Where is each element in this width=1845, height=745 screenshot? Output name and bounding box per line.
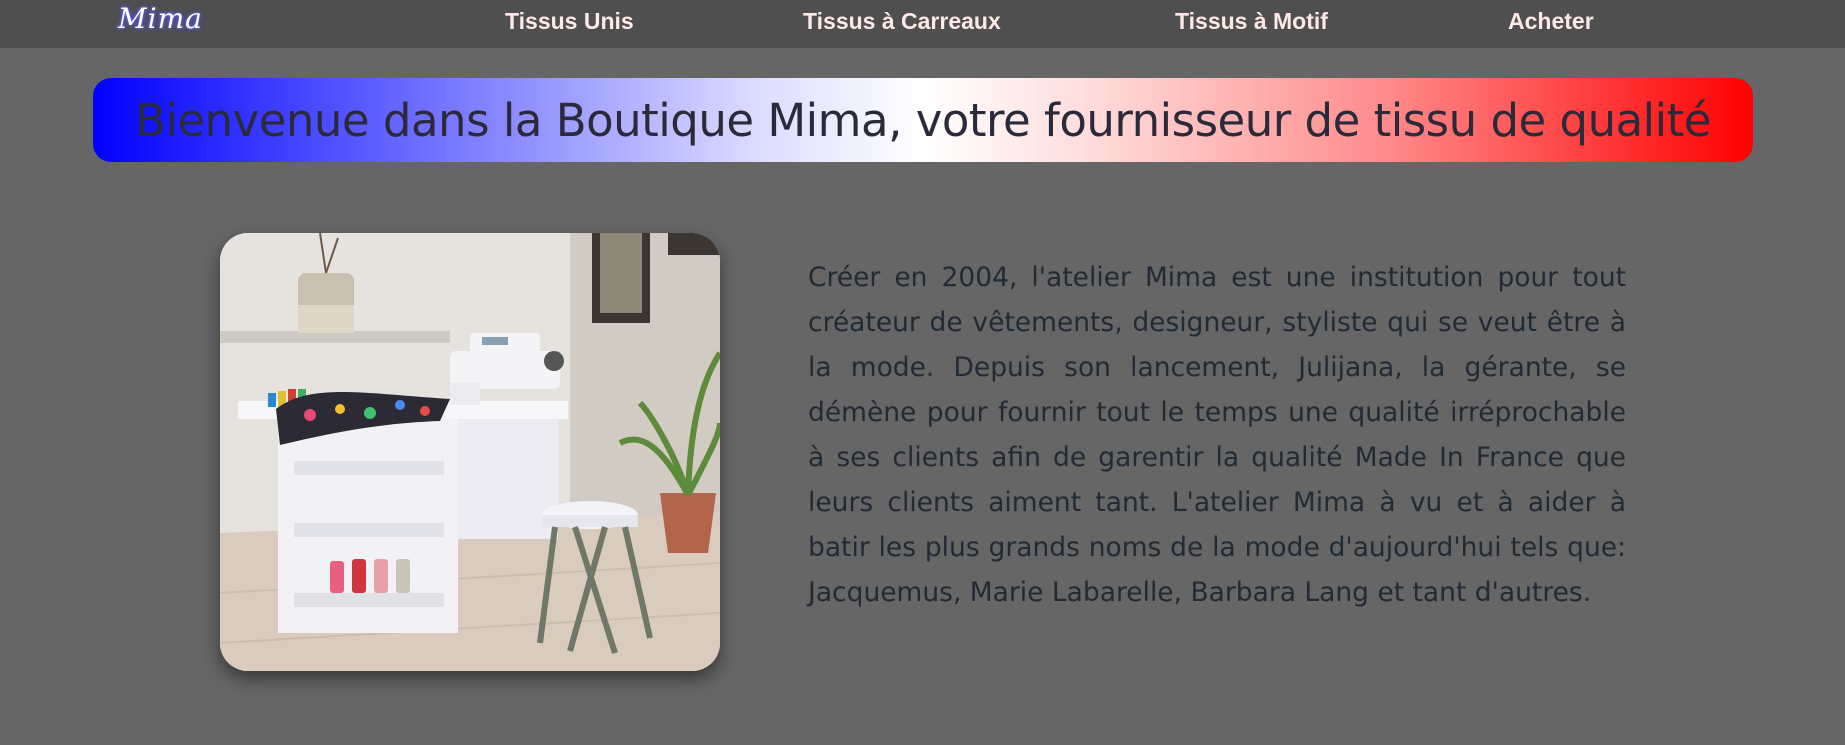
- site-logo[interactable]: Mima: [118, 2, 203, 35]
- banner-title: Bienvenue dans la Boutique Mima, votre f…: [134, 93, 1712, 147]
- sewing-room-illustration: [220, 233, 720, 671]
- nav-link-acheter[interactable]: Acheter: [1508, 8, 1594, 35]
- about-description: Créer en 2004, l'atelier Mima est une in…: [808, 262, 1626, 608]
- nav-link-tissus-motif[interactable]: Tissus à Motif: [1175, 8, 1328, 35]
- nav-link-tissus-carreaux[interactable]: Tissus à Carreaux: [803, 8, 1001, 35]
- top-navbar: Mima Tissus Unis Tissus à Carreaux Tissu…: [0, 0, 1845, 48]
- welcome-banner: Bienvenue dans la Boutique Mima, votre f…: [93, 78, 1753, 162]
- nav-link-tissus-unis[interactable]: Tissus Unis: [505, 8, 634, 35]
- sewing-table-photo: [220, 233, 720, 671]
